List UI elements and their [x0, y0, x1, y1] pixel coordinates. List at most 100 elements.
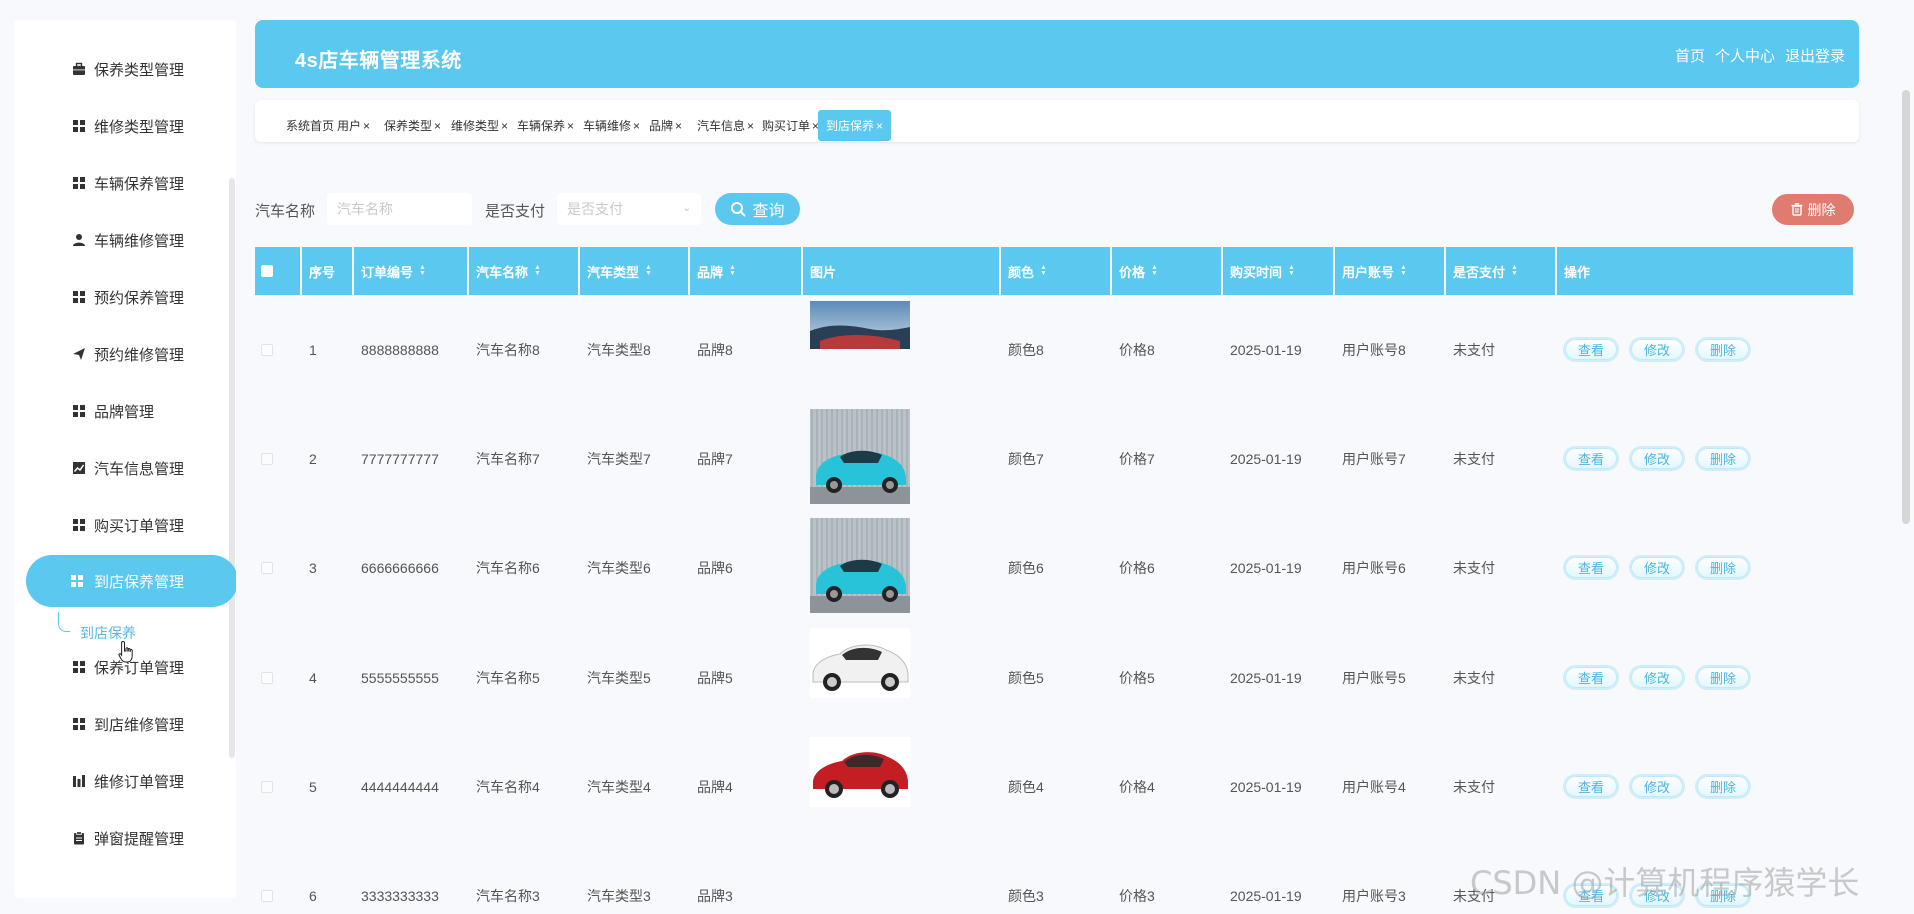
row-checkbox[interactable]	[261, 561, 273, 574]
tab-6[interactable]: 品牌 ×	[641, 110, 690, 141]
column-header[interactable]: 是否支付 ▲ ▼	[1446, 247, 1555, 295]
sort-icon[interactable]: ▲ ▼	[1288, 264, 1295, 277]
row-select-cell	[255, 841, 300, 914]
edit-button[interactable]: 修改	[1629, 665, 1685, 690]
sidebar-item-1[interactable]: 维修类型管理	[28, 101, 228, 151]
cell-name: 汽车名称8	[476, 341, 540, 358]
sidebar-item-11[interactable]: 到店维修管理	[28, 699, 228, 749]
sidebar-item-label: 购买订单管理	[94, 517, 185, 535]
column-header[interactable]: 颜色 ▲ ▼	[1001, 247, 1110, 295]
close-icon[interactable]: ×	[633, 119, 640, 133]
cell-price: 价格4	[1119, 778, 1155, 795]
sidebar-item-label: 维修订单管理	[94, 773, 185, 791]
close-icon[interactable]: ×	[363, 119, 370, 133]
cell-order: 6666666666	[361, 559, 439, 576]
column-header[interactable]: 购买时间 ▲ ▼	[1223, 247, 1333, 295]
row-checkbox[interactable]	[261, 889, 273, 902]
cell-user: 用户账号7	[1342, 450, 1406, 467]
tab-5[interactable]: 车辆维修 ×	[575, 110, 648, 141]
delete-button[interactable]: 删除	[1695, 555, 1751, 580]
view-button[interactable]: 查看	[1563, 774, 1619, 799]
cell-user: 用户账号3	[1342, 887, 1406, 904]
column-header-label: 汽车类型	[587, 264, 640, 280]
bar-icon	[72, 774, 86, 788]
sidebar-item-3[interactable]: 车辆维修管理	[28, 215, 228, 265]
tab-9[interactable]: 到店保养 ×	[818, 110, 892, 141]
page-scrollbar[interactable]	[1902, 90, 1910, 524]
delete-button[interactable]: 删除	[1695, 665, 1751, 690]
close-icon[interactable]: ×	[434, 119, 441, 133]
edit-button[interactable]: 修改	[1629, 555, 1685, 580]
cell-brand: 品牌3	[697, 887, 733, 904]
row-checkbox[interactable]	[261, 671, 273, 684]
grid-icon	[72, 290, 86, 304]
tab-7[interactable]: 汽车信息 ×	[689, 110, 762, 141]
car-name-input[interactable]	[327, 193, 472, 225]
tab-4[interactable]: 车辆保养 ×	[509, 110, 582, 141]
edit-button[interactable]: 修改	[1629, 774, 1685, 799]
row-checkbox[interactable]	[261, 452, 273, 465]
close-icon[interactable]: ×	[876, 119, 883, 133]
edit-button[interactable]: 修改	[1629, 337, 1685, 362]
sort-icon[interactable]: ▲ ▼	[534, 264, 541, 277]
row-actions: 查看 修改 删除	[1557, 404, 1761, 513]
sidebar-item-4[interactable]: 预约保养管理	[28, 272, 228, 322]
cell-date: 2025-01-19	[1230, 450, 1302, 467]
sidebar-item-2[interactable]: 车辆保养管理	[28, 158, 228, 208]
sidebar-item-5[interactable]: 预约维修管理	[28, 329, 228, 379]
sidebar-item-label: 维修类型管理	[94, 118, 185, 136]
column-header[interactable]: 汽车类型 ▲ ▼	[580, 247, 688, 295]
header-nav: 首页 个人中心 退出登录	[1675, 45, 1845, 66]
sidebar-scrollbar[interactable]	[229, 178, 235, 758]
column-header[interactable]: 用户账号 ▲ ▼	[1335, 247, 1444, 295]
sidebar-item-9[interactable]: 到店保养管理	[26, 555, 236, 607]
paid-select[interactable]: 是否支付 ⌄	[557, 193, 701, 225]
row-checkbox[interactable]	[261, 343, 273, 356]
view-button[interactable]: 查看	[1563, 665, 1619, 690]
query-button-label: 查询	[752, 203, 785, 220]
sidebar-item-12[interactable]: 维修订单管理	[28, 756, 228, 806]
tab-3[interactable]: 维修类型 ×	[443, 110, 516, 141]
row-checkbox[interactable]	[261, 780, 273, 793]
column-header[interactable]: 汽车名称 ▲ ▼	[469, 247, 578, 295]
sort-icon[interactable]: ▲ ▼	[645, 264, 652, 277]
sidebar-item-6[interactable]: 品牌管理	[28, 386, 228, 436]
sort-icon[interactable]: ▲ ▼	[419, 264, 426, 277]
column-header[interactable]: 序号	[302, 247, 352, 295]
close-icon[interactable]: ×	[675, 119, 682, 133]
delete-button[interactable]: 删除	[1695, 337, 1751, 362]
sidebar-item-7[interactable]: 汽车信息管理	[28, 443, 228, 493]
sidebar-item-13[interactable]: 弹窗提醒管理	[28, 813, 228, 863]
view-button[interactable]: 查看	[1563, 337, 1619, 362]
nav-profile-link[interactable]: 个人中心	[1715, 45, 1775, 66]
cell-paid: 未支付	[1453, 778, 1495, 795]
close-icon[interactable]: ×	[501, 119, 508, 133]
sort-icon[interactable]: ▲ ▼	[1151, 264, 1158, 277]
delete-button[interactable]: 删除	[1695, 774, 1751, 799]
grid-icon	[72, 404, 86, 418]
sidebar-item-0[interactable]: 保养类型管理	[28, 44, 228, 94]
tab-1[interactable]: 用户 ×	[329, 110, 378, 141]
view-button[interactable]: 查看	[1563, 555, 1619, 580]
sort-icon[interactable]: ▲ ▼	[729, 264, 736, 277]
sort-icon[interactable]: ▲ ▼	[1511, 264, 1518, 277]
column-header[interactable]: 订单编号 ▲ ▼	[354, 247, 467, 295]
edit-button[interactable]: 修改	[1629, 446, 1685, 471]
close-icon[interactable]: ×	[747, 119, 754, 133]
select-all-checkbox[interactable]	[261, 265, 273, 277]
nav-home-link[interactable]: 首页	[1675, 45, 1705, 66]
delete-button[interactable]: 删除	[1695, 446, 1751, 471]
sidebar-item-8[interactable]: 购买订单管理	[28, 500, 228, 550]
column-header[interactable]: 品牌 ▲ ▼	[690, 247, 801, 295]
query-button[interactable]: 查询	[715, 193, 800, 225]
nav-logout-link[interactable]: 退出登录	[1785, 45, 1845, 66]
sort-icon[interactable]: ▲ ▼	[1040, 264, 1047, 277]
sort-icon[interactable]: ▲ ▼	[1400, 264, 1407, 277]
close-icon[interactable]: ×	[567, 119, 574, 133]
column-header[interactable]: 价格 ▲ ▼	[1112, 247, 1221, 295]
tab-8[interactable]: 购买订单 ×	[754, 110, 827, 141]
tab-2[interactable]: 保养类型 ×	[376, 110, 449, 141]
batch-delete-button[interactable]: 删除	[1772, 194, 1854, 225]
view-button[interactable]: 查看	[1563, 446, 1619, 471]
row-select-cell	[255, 732, 300, 841]
